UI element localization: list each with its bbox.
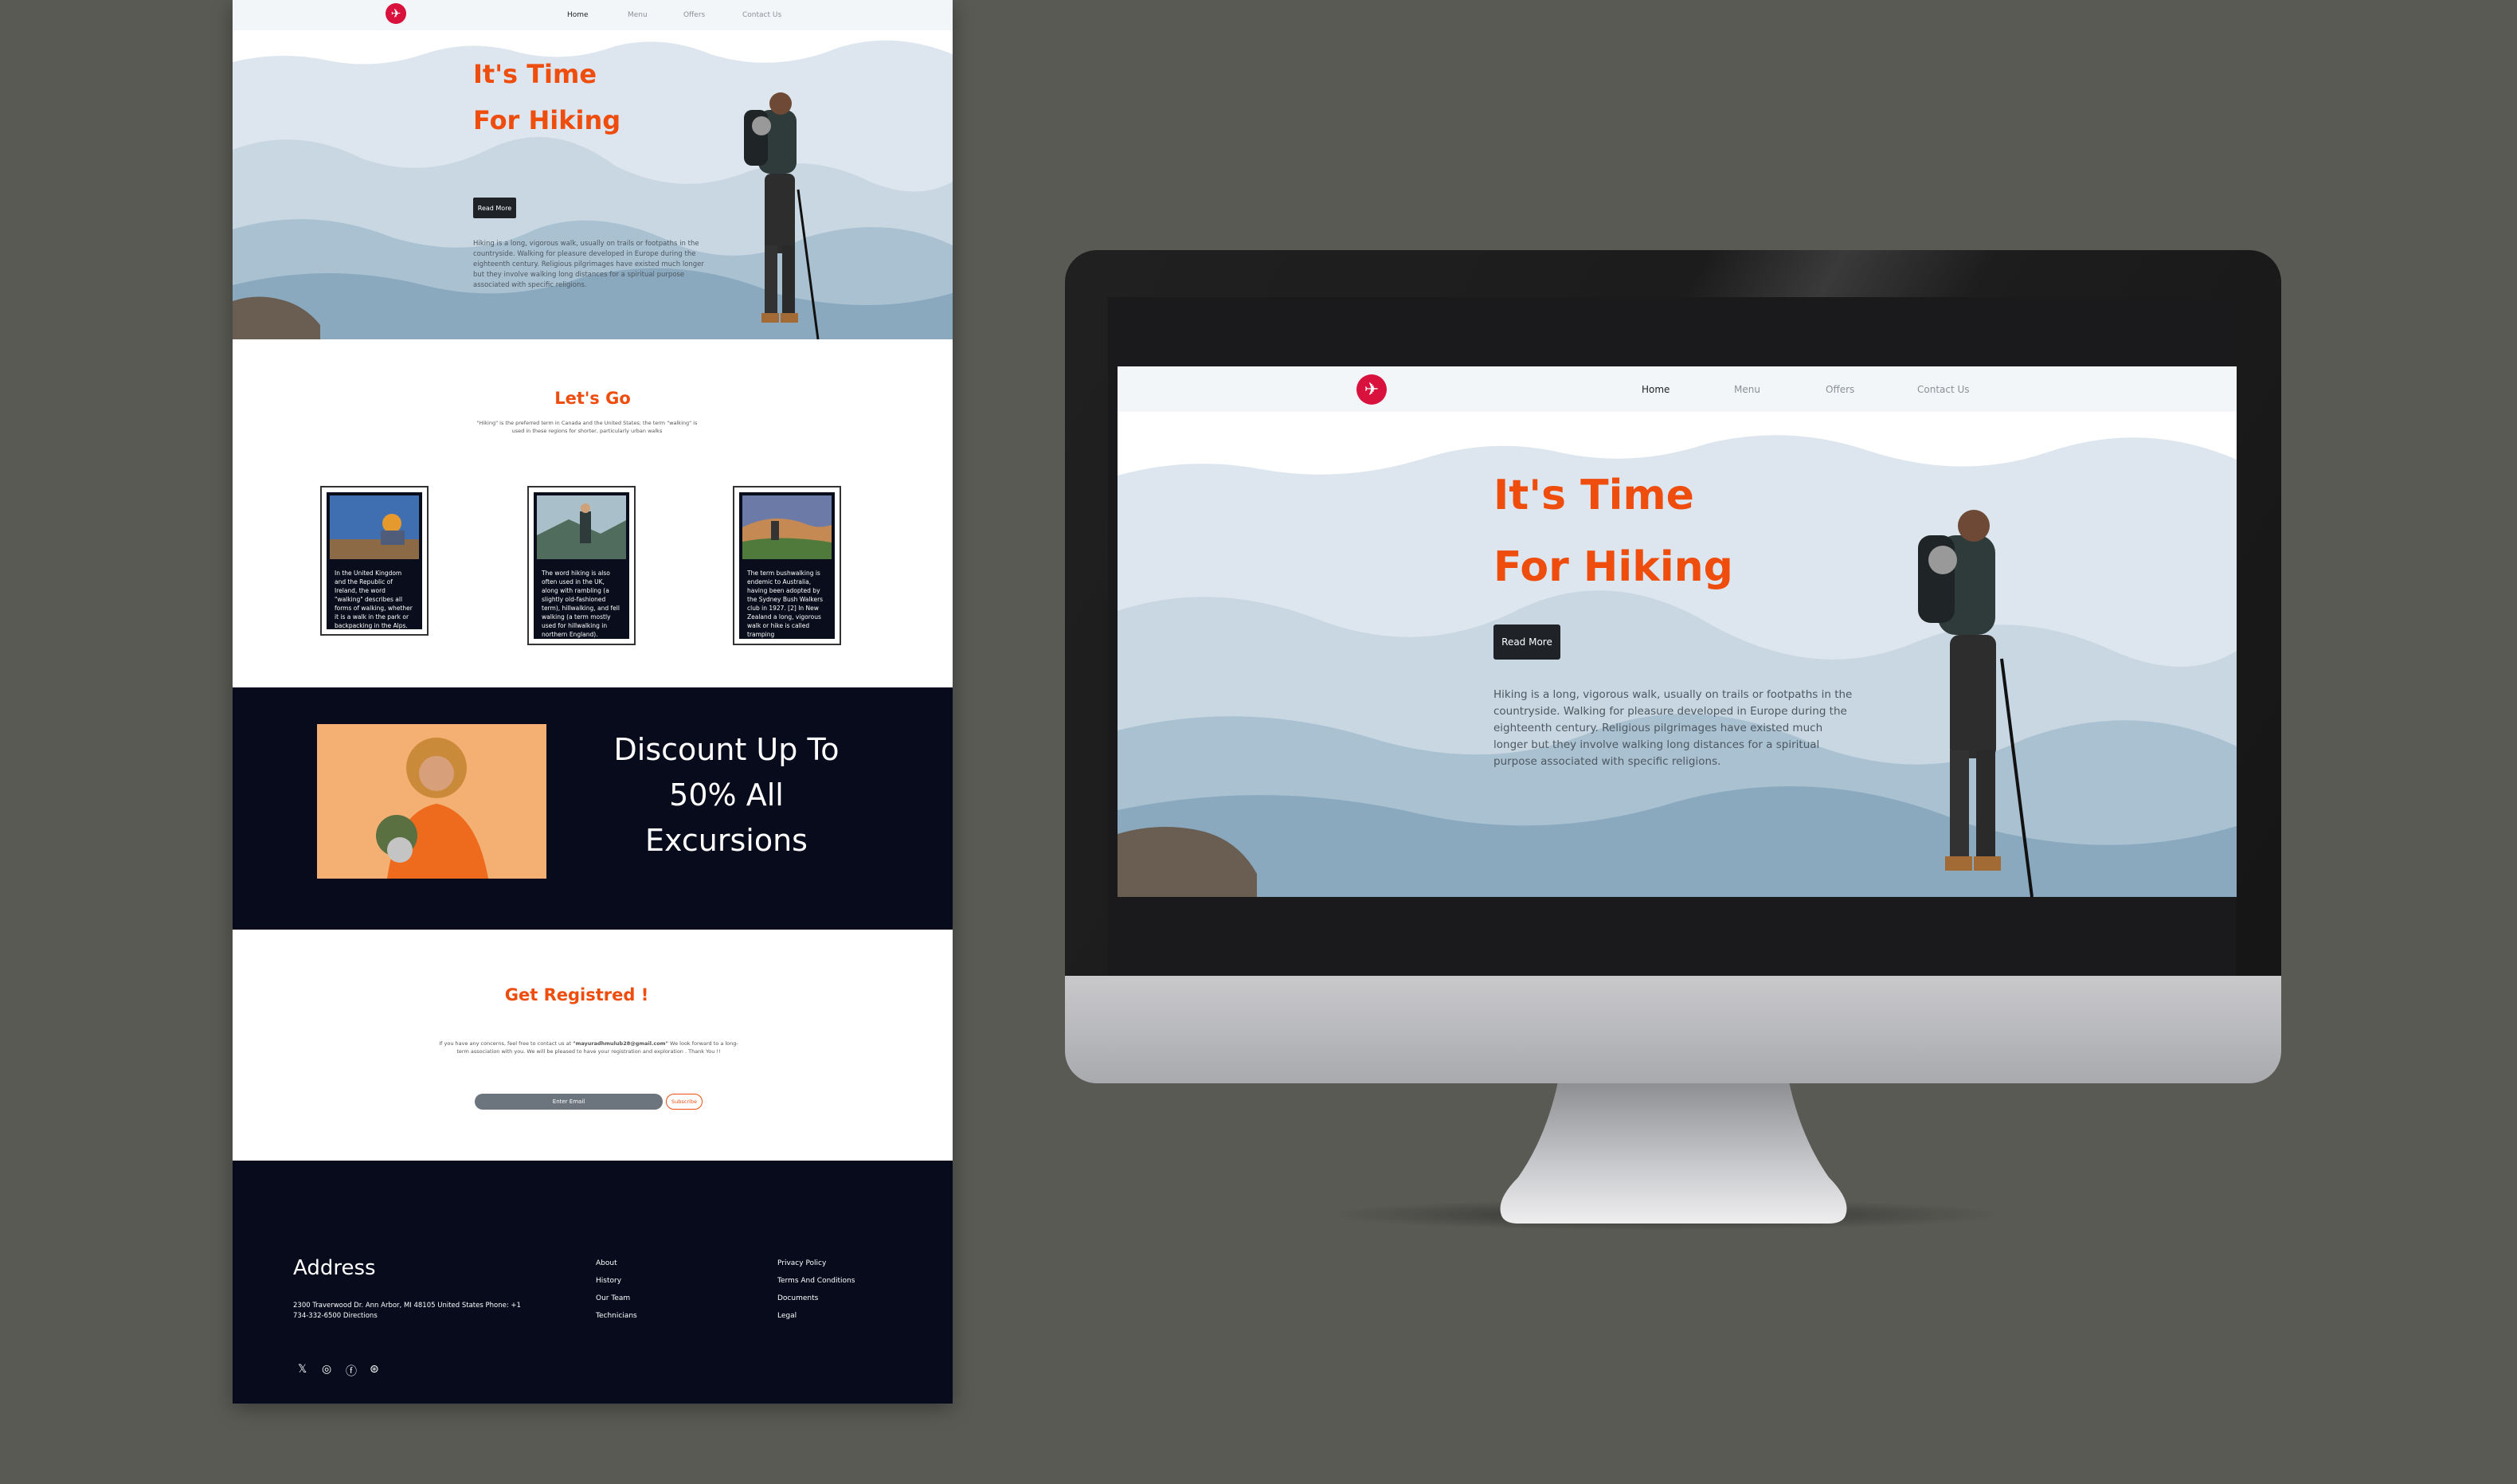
card-2-image [537,495,626,559]
footer-link-terms[interactable]: Terms And Conditions [777,1277,855,1285]
register-title: Get Registred ! [504,985,649,1004]
discount-image [317,724,546,879]
hero-title-line2: For Hiking [473,105,621,135]
read-more-button[interactable]: Read More [473,198,516,218]
footer: Address 2300 Traverwood Dr. Ann Arbor, M… [233,1161,953,1404]
footer-link-documents[interactable]: Documents [777,1294,818,1302]
footer-link-technicians[interactable]: Technicians [596,1312,637,1320]
address-text: 2300 Traverwood Dr. Ann Arbor, MI 48105 … [293,1302,521,1320]
plane-icon[interactable]: ✈ [1356,374,1387,405]
read-more-button[interactable]: Read More [1493,625,1560,660]
address-title: Address [293,1256,376,1280]
hero-title-line2: For Hiking [1493,543,1733,591]
subscribe-button[interactable]: Subscribe [666,1094,703,1110]
nav-contact[interactable]: Contact Us [1917,384,1970,395]
footer-link-about[interactable]: About [596,1259,617,1267]
card-2[interactable]: The word hiking is also often used in th… [527,486,636,645]
nav-menu[interactable]: Menu [628,11,648,19]
register-section: Get Registred ! If you have any concerns… [233,930,953,1161]
plane-icon[interactable]: ✈ [386,3,406,24]
card-2-text: The word hiking is also often used in th… [542,570,620,638]
email-input[interactable]: Enter Email [475,1094,663,1110]
card-1-text: In the United Kingdom and the Republic o… [335,570,413,629]
register-email[interactable]: "mayuradhmulub28@gmail.com" [573,1040,668,1047]
discount-section: Discount Up To 50% All Excursions [233,687,953,930]
twitter-icon[interactable]: 𝕏 [298,1363,307,1376]
card-3-text: The term bushwalking is endemic to Austr… [747,570,824,638]
register-text: If you have any concerns, feel free to c… [433,1040,744,1055]
card-1[interactable]: In the United Kingdom and the Republic o… [320,486,429,636]
lets-go-subtitle: "Hiking" is the preferred term in Canada… [476,420,698,434]
footer-link-privacy[interactable]: Privacy Policy [777,1259,826,1267]
discount-title: Discount Up To 50% All Excursions [607,727,846,863]
card-3-image [742,495,832,559]
hero-title-line1: It's Time [473,59,597,89]
monitor-website: ✈ Home Menu Offers Contact Us It's Time … [1118,366,2237,897]
nav-offers[interactable]: Offers [1826,384,1854,395]
monitor-stand [1494,1082,1853,1224]
hero-title-line1: It's Time [1493,472,1694,519]
full-page-mockup: ✈ Home Menu Offers Contact Us It's Time … [233,0,953,1404]
register-text-before: If you have any concerns, feel free to c… [439,1040,572,1047]
monitor-hero: It's Time For Hiking Read More Hiking is… [1118,412,2237,897]
github-icon[interactable]: ⊛ [370,1363,379,1376]
nav-home[interactable]: Home [1642,384,1670,395]
footer-link-team[interactable]: Our Team [596,1294,630,1302]
discount-line1: Discount Up To [613,732,840,767]
monitor-navbar: ✈ Home Menu Offers Contact Us [1118,366,2237,412]
footer-link-history[interactable]: History [596,1277,621,1285]
footer-link-legal[interactable]: Legal [777,1312,797,1320]
nav-contact[interactable]: Contact Us [742,11,781,19]
hero-title: It's Time For Hiking [1493,460,1733,603]
lets-go-title: Let's Go [554,389,631,408]
hero-title: It's Time For Hiking [473,51,620,143]
card-3[interactable]: The term bushwalking is endemic to Austr… [733,486,841,645]
card-1-image [330,495,419,559]
nav-offers[interactable]: Offers [683,11,705,19]
discount-line3: Excursions [645,823,808,858]
navbar: ✈ Home Menu Offers Contact Us [233,0,953,30]
discount-line2: 50% All [669,777,784,812]
nav-menu[interactable]: Menu [1734,384,1760,395]
hero-paragraph: Hiking is a long, vigorous walk, usually… [473,240,704,289]
facebook-icon[interactable]: ⓕ [346,1363,357,1379]
hero-paragraph: Hiking is a long, vigorous walk, usually… [1493,688,1853,768]
monitor-chin [1065,976,2281,1083]
instagram-icon[interactable]: ◎ [322,1363,331,1376]
nav-home[interactable]: Home [567,11,589,19]
hero-section: It's Time For Hiking Read More Hiking is… [233,30,953,339]
